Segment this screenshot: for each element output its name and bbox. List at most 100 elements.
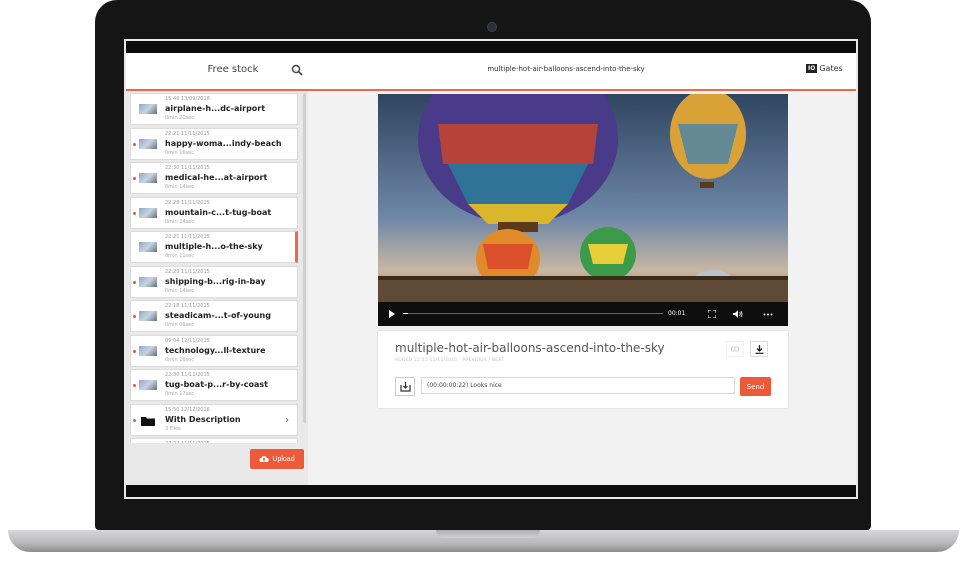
chevron-right-icon: › <box>285 414 289 426</box>
video-title: multiple-hot-air-balloons-ascend-into-th… <box>395 341 665 355</box>
send-button[interactable]: Send <box>740 377 771 396</box>
list-item[interactable]: 09:04 12/11/2015 technology...ll-texture 0… <box>130 334 298 367</box>
item-timestamp: 22:29 11/11/2015 <box>165 268 210 275</box>
fullscreen-icon[interactable] <box>708 310 716 318</box>
item-duration: 0min 20sec <box>165 115 194 121</box>
list-item[interactable]: 22:30 11/11/2015 tug-boat-p...r-by-coast 0… <box>130 369 298 401</box>
video-thumbnail <box>139 242 157 252</box>
list-item[interactable]: 22:29 11/11/2015 shipping-b...rig-in-bay 0… <box>130 265 298 298</box>
item-name: medical-he...at-airport <box>165 173 268 182</box>
unseen-dot <box>133 177 136 180</box>
file-sidebar: 15:46 13/09/2018 airplane-h...dc-airport 0… <box>126 91 308 486</box>
unseen-dot <box>133 315 136 318</box>
video-thumbnail <box>139 345 157 356</box>
item-timestamp: 22:22 11/11/2015 <box>165 441 210 443</box>
logo-mark: IO <box>806 64 818 73</box>
item-timestamp: 22:30 11/11/2015 <box>165 165 210 171</box>
item-timestamp: 15:50 12/12/2016 <box>165 406 210 413</box>
item-timestamp: 22:30 11/11/2015 <box>165 372 210 378</box>
item-timestamp: 22:21 11/11/2015 <box>165 234 210 240</box>
seek-progress <box>403 313 409 314</box>
item-timestamp: 22:28 11/11/2015 <box>165 199 210 206</box>
video-thumbnail <box>139 207 157 218</box>
link-icon <box>731 346 739 352</box>
download-button[interactable] <box>750 341 768 357</box>
item-name: mountain-c...t-tug-boat <box>165 207 272 217</box>
item-name: With Description <box>165 414 241 424</box>
logo-text: Gates <box>819 64 843 73</box>
item-duration: 0min 16sec <box>165 149 194 156</box>
added-info: ADDED 22:21 11/11/2015 · PREVIOUS / NEXT <box>395 358 505 363</box>
item-name: airplane-h...dc-airport <box>165 104 266 113</box>
share-button[interactable] <box>726 341 744 357</box>
item-timestamp: 15:46 13/09/2018 <box>165 96 210 102</box>
screen-bottom-bezel <box>126 485 856 497</box>
app-header: Free stock multiple-hot-air-balloons-asc… <box>126 53 856 91</box>
lid-notch <box>436 530 540 538</box>
main-panel: 00:01 multiple-hot-air-balloons-ascend-i… <box>308 91 856 485</box>
item-duration: 0min 14sec <box>165 184 194 190</box>
video-player[interactable]: 00:01 <box>378 94 788 326</box>
video-frame <box>378 94 788 302</box>
list-item[interactable]: 22:21 11/11/2015 multiple-h...o-the-sky 0m… <box>130 231 298 263</box>
unseen-dot <box>133 280 136 284</box>
video-thumbnail <box>139 138 157 149</box>
folder-icon <box>141 416 155 426</box>
comment-insert-icon <box>399 381 411 392</box>
item-duration: 0min 16sec <box>165 356 194 363</box>
video-thumbnail <box>139 104 157 114</box>
item-name: happy-woma...indy-beach <box>165 138 282 148</box>
seek-bar[interactable] <box>403 313 663 314</box>
item-timestamp: 09:04 12/11/2015 <box>165 337 210 344</box>
list-item[interactable]: 22:28 11/11/2015 mountain-c...t-tug-boat 0… <box>130 196 298 229</box>
list-item[interactable]: 22:22 11/11/2015 <box>130 438 298 443</box>
item-duration: 0min 24sec <box>165 218 194 225</box>
item-name: tug-boat-p...r-by-coast <box>165 380 268 389</box>
sidebar-scrollbar[interactable] <box>303 93 306 423</box>
app-screen: Free stock multiple-hot-air-balloons-asc… <box>124 39 858 499</box>
item-duration: 0min 14sec <box>165 287 194 294</box>
download-icon <box>755 344 763 354</box>
laptop-base <box>8 530 959 552</box>
unseen-dot <box>133 418 136 422</box>
list-item[interactable]: 15:46 13/09/2018 airplane-h...dc-airport 0… <box>130 93 298 125</box>
item-name: multiple-h...o-the-sky <box>165 242 263 251</box>
app-title: Free stock <box>207 64 259 75</box>
video-details-card: multiple-hot-air-balloons-ascend-into-th… <box>378 331 788 408</box>
item-name: shipping-b...rig-in-bay <box>165 276 266 286</box>
list-item[interactable]: 22:18 11/11/2015 steadicam-...t-of-young 0… <box>130 300 298 332</box>
list-item[interactable]: › 15:50 12/12/2016 With Description 3 Files <box>130 403 298 436</box>
upload-button[interactable]: Upload <box>250 449 304 469</box>
search-icon[interactable] <box>291 64 303 76</box>
item-duration: 0min 11sec <box>165 253 194 259</box>
item-name: steadicam-...t-of-young <box>165 311 271 320</box>
time-readout: 00:01 <box>668 310 686 317</box>
upload-button-label: Upload <box>272 455 295 463</box>
play-icon[interactable] <box>388 310 396 318</box>
unseen-dot <box>133 211 136 215</box>
item-name: technology...ll-texture <box>165 345 266 355</box>
video-thumbnail <box>139 380 157 390</box>
list-item[interactable]: 22:30 11/11/2015 medical-he...at-airport 0… <box>130 162 298 194</box>
video-controls: 00:01 <box>378 302 788 326</box>
item-duration: 0min 06sec <box>165 322 194 328</box>
comment-input[interactable] <box>421 377 735 394</box>
screen-top-bezel <box>126 41 856 53</box>
more-icon[interactable] <box>763 313 773 316</box>
video-thumbnail <box>139 173 157 183</box>
video-thumbnail <box>139 311 157 321</box>
item-duration: 3 Files <box>165 425 181 432</box>
unseen-dot <box>133 349 136 353</box>
unseen-dot <box>133 384 136 387</box>
list-item[interactable]: 22:21 11/11/2015 happy-woma...indy-beach 0… <box>130 127 298 160</box>
webcam <box>487 22 497 32</box>
volume-icon[interactable] <box>733 310 743 318</box>
video-thumbnail <box>139 276 157 287</box>
item-duration: 0min 17sec <box>165 391 194 397</box>
insert-timestamp-button[interactable] <box>395 377 415 396</box>
cloud-upload-icon <box>259 456 270 463</box>
unseen-dot <box>133 142 136 146</box>
logo: IO Gates <box>806 64 843 73</box>
file-list: 15:46 13/09/2018 airplane-h...dc-airport 0… <box>130 93 298 443</box>
item-timestamp: 22:18 11/11/2015 <box>165 303 210 309</box>
